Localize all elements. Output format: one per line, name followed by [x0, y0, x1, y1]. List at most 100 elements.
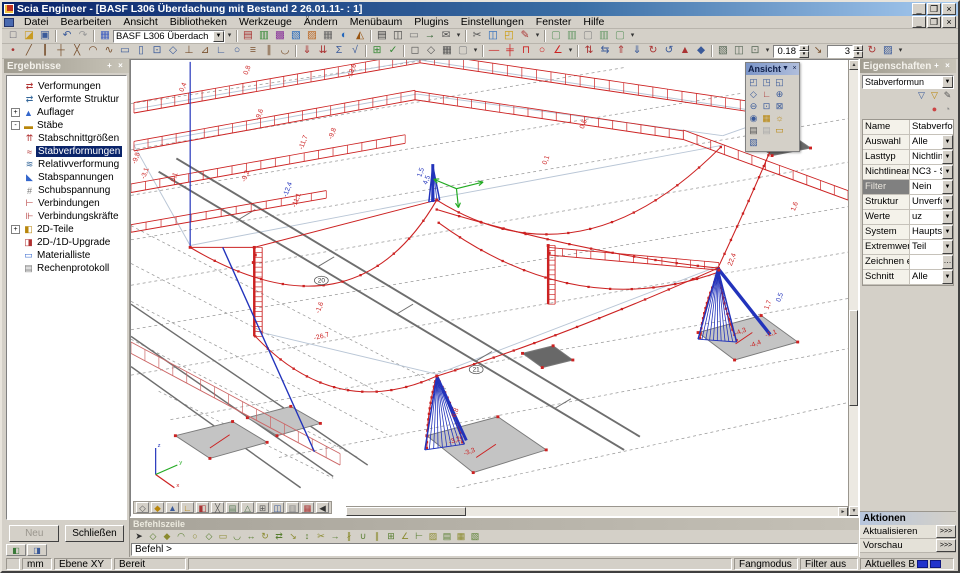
subsoil-icon[interactable]: ≡ — [245, 44, 261, 58]
calc-info-icon[interactable]: ⊡ — [747, 44, 763, 58]
expand-toggle-icon[interactable]: + — [11, 108, 20, 117]
preview-icon[interactable]: ▧ — [715, 44, 731, 58]
tree-item-rechenprotokoll[interactable]: ▤Rechenprotokoll — [7, 262, 126, 275]
scroll-up-icon[interactable]: ▲ — [849, 60, 859, 70]
wall-icon[interactable]: ▯ — [133, 44, 149, 58]
redo-icon[interactable]: ↷ — [75, 29, 91, 43]
column-icon[interactable]: ┃ — [37, 44, 53, 58]
tree-item-2d-1d-upgrade[interactable]: ◨2D-/1D-Upgrade — [7, 236, 126, 249]
maximize-button[interactable]: ❐ — [927, 3, 941, 15]
tree-item-verbindungen[interactable]: ⊢Verbindungen — [7, 197, 126, 210]
select-pointer-icon[interactable]: ➤ — [132, 530, 146, 543]
measure-icon[interactable]: ∠ — [398, 530, 412, 543]
title-bar[interactable]: Scia Engineer - [BASF L306 Überdachung m… — [2, 2, 958, 16]
property-value[interactable]: Unverformt — [910, 195, 942, 209]
overflow-dropdown-icon[interactable]: ▾ — [896, 44, 905, 58]
tab-results[interactable]: ◧ — [6, 544, 26, 556]
window-layout-1-icon[interactable]: ▢ — [548, 29, 564, 43]
section-shape-icon[interactable]: ⊓ — [518, 44, 534, 58]
terrain-icon[interactable]: △ — [241, 502, 254, 513]
cross-beam-icon[interactable]: ┼ — [53, 44, 69, 58]
hatch-icon[interactable]: ▨ — [426, 530, 440, 543]
pin-icon[interactable]: + — [104, 61, 115, 72]
hinge-icon[interactable]: ○ — [229, 44, 245, 58]
menu-bibliotheken[interactable]: Bibliotheken — [164, 16, 233, 29]
spin-down-icon[interactable]: ▼ — [799, 51, 809, 58]
scale-icon[interactable]: ↘ — [286, 530, 300, 543]
gallery-icon[interactable]: ▥ — [256, 29, 272, 43]
nonlinear-combination-icon[interactable]: √ — [347, 44, 363, 58]
menu-hilfe[interactable]: Hilfe — [577, 16, 610, 29]
mdi-restore-button[interactable]: ❐ — [927, 16, 941, 28]
action-execute-button[interactable]: >>> — [936, 539, 956, 552]
page-setup-icon[interactable]: ▭ — [406, 29, 422, 43]
view-direction-icon[interactable]: ▲ — [166, 502, 179, 513]
property-dropdown-icon[interactable]: ▼ — [942, 240, 953, 254]
document-icon[interactable]: ▧ — [288, 29, 304, 43]
save-icon[interactable]: ▣ — [37, 29, 53, 43]
overflow-dropdown-icon[interactable]: ▾ — [471, 44, 480, 58]
spin-down-icon[interactable]: ▼ — [853, 51, 863, 58]
named-view-icon[interactable]: ◧ — [196, 502, 209, 513]
polyline-icon[interactable]: ∿ — [101, 44, 117, 58]
double-line-icon[interactable]: ╪ — [502, 44, 518, 58]
filter-edit-icon[interactable]: ▽ — [928, 90, 941, 102]
window-layout-3-icon[interactable]: ▢ — [580, 29, 596, 43]
render-mode-icon[interactable]: ◆ — [151, 502, 164, 513]
text-icon[interactable]: ▤ — [440, 530, 454, 543]
draw-node-icon[interactable]: ◇ — [146, 530, 160, 543]
close-panel-icon[interactable]: × — [115, 61, 126, 72]
view-axo-icon[interactable]: ◇ — [747, 89, 760, 101]
zoom-window-icon[interactable]: ⊡ — [760, 101, 773, 113]
menu-men-baum[interactable]: Menübaum — [344, 16, 409, 29]
calculation-icon[interactable]: ◐ — [336, 29, 352, 43]
ansicht-toolbar-caption[interactable]: Ansicht ▼× — [746, 63, 799, 75]
project-combo[interactable]: BASF L306 Überdach▼ — [113, 30, 225, 43]
view-y-icon[interactable]: ◳ — [760, 77, 773, 89]
close-panel-icon[interactable]: × — [942, 61, 953, 72]
tree-item-stabschnittgroessen[interactable]: ⇈Stabschnittgrößen — [7, 132, 126, 145]
tab-layers[interactable]: ◨ — [27, 544, 47, 556]
action-aktualisieren[interactable]: Aktualisieren>>> — [860, 525, 956, 539]
stretch-icon[interactable]: ↕ — [300, 530, 314, 543]
command-line-caption[interactable]: Befehlszeile — [130, 518, 859, 530]
perspective-icon[interactable]: ◇ — [136, 502, 149, 513]
new-file-icon[interactable]: □ — [5, 29, 21, 43]
table-icon[interactable]: ▨ — [304, 29, 320, 43]
update-icon[interactable]: ◭ — [352, 29, 368, 43]
status-cell[interactable]: Fangmodus — [734, 558, 798, 570]
results-settings-icon[interactable]: ▨ — [880, 44, 896, 58]
tree-item-schubspannung[interactable]: #Schubspannung — [7, 184, 126, 197]
property-value[interactable]: Alle — [910, 135, 942, 149]
window-layout-5-icon[interactable]: ▢ — [612, 29, 628, 43]
print-preview-icon[interactable]: ◫ — [390, 29, 406, 43]
deselect-icon[interactable]: ▢ — [455, 44, 471, 58]
beam-icon[interactable]: ╱ — [21, 44, 37, 58]
overflow-dropdown-icon[interactable]: ▾ — [454, 29, 463, 43]
print-icon[interactable]: ▤ — [374, 29, 390, 43]
print-view-icon[interactable]: ▤ — [226, 502, 239, 513]
property-value[interactable]: Nichtlineare — [910, 150, 942, 164]
select-polygon-icon[interactable]: ◇ — [423, 44, 439, 58]
ansicht-toolbar[interactable]: Ansicht ▼× ◰◳◱◇∟⊕⊖⊡⊠◉▦☼▤▤▭▧ — [745, 62, 800, 152]
property-value[interactable]: Nein — [910, 180, 942, 194]
draw-spline-icon[interactable]: ◡ — [230, 530, 244, 543]
project-combo-dropdown-icon[interactable]: ▼ — [213, 31, 224, 42]
scroll-right-icon[interactable]: ► — [838, 507, 848, 517]
property-dropdown-icon[interactable]: ▼ — [942, 270, 953, 284]
results-panel-caption[interactable]: Ergebnisse +× — [4, 59, 129, 73]
menu-bearbeiten[interactable]: Bearbeiten — [55, 16, 118, 29]
overflow-dropdown-icon[interactable]: ▾ — [566, 44, 575, 58]
select-single-icon[interactable]: ◻ — [407, 44, 423, 58]
3d-viewport[interactable]: zxy0,40,8-9,6-13,6-9,8-11,7-9,8-3,10,1-9… — [130, 59, 859, 517]
properties-combo-dropdown-icon[interactable]: ▼ — [942, 76, 953, 88]
property-value[interactable]: Hauptsyste — [910, 225, 942, 239]
menu-plugins[interactable]: Plugins — [408, 16, 454, 29]
results-n-icon[interactable]: ⇅ — [581, 44, 597, 58]
expand-toggle-icon[interactable]: + — [11, 225, 20, 234]
expand-toggle-icon[interactable]: - — [11, 121, 20, 130]
draw-beam-icon[interactable]: ◆ — [160, 530, 174, 543]
properties-panel-caption[interactable]: Eigenschaften +× — [860, 59, 956, 73]
print-disabled-icon[interactable]: ▤ — [760, 125, 773, 137]
horizontal-scrollbar-thumb[interactable] — [346, 507, 466, 516]
